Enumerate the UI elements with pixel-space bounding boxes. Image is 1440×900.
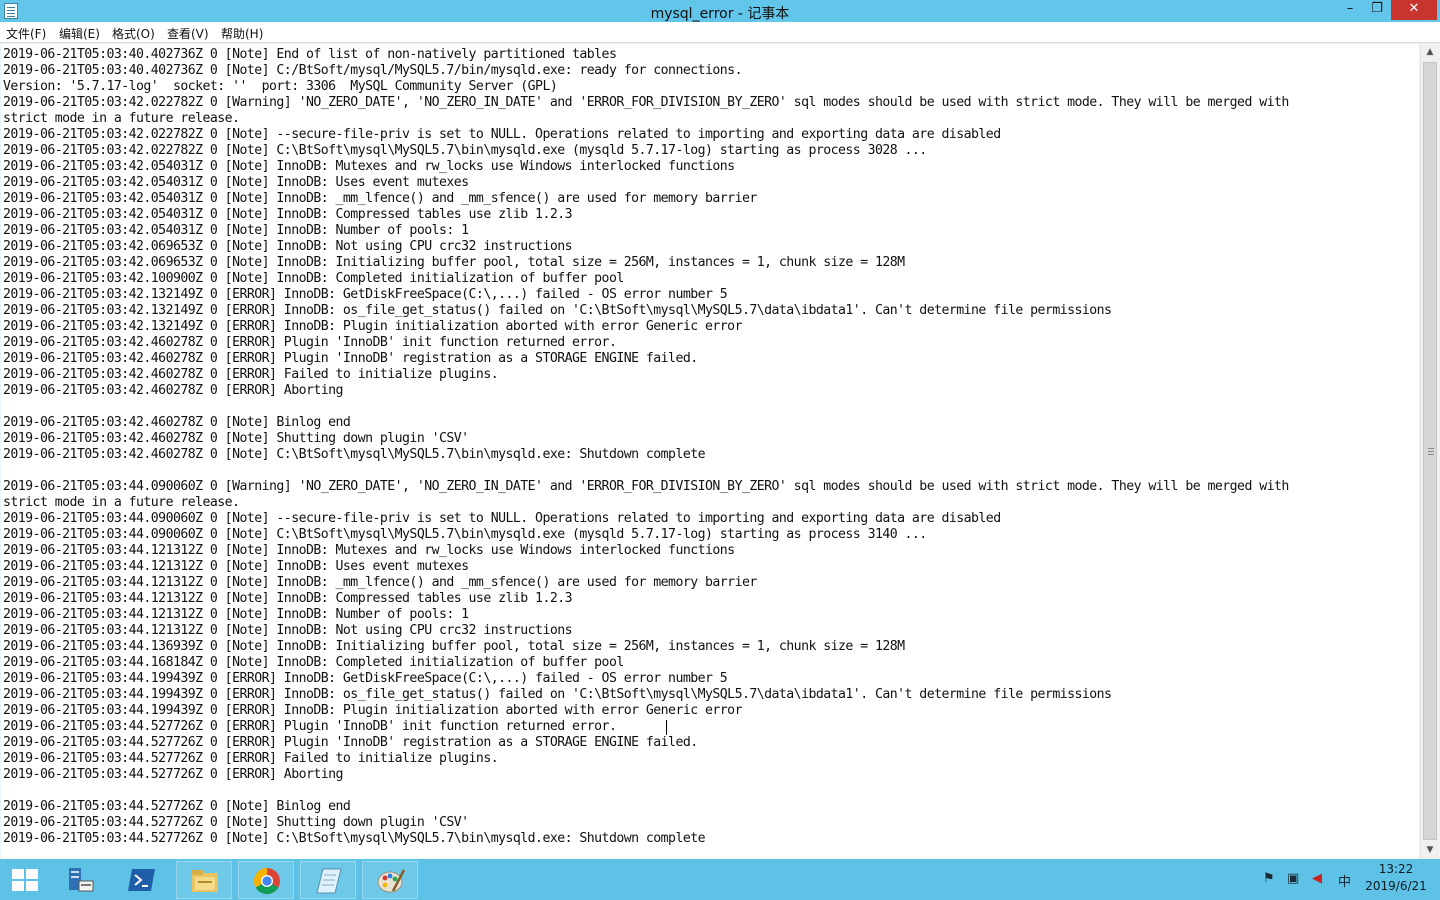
- text-line: strict mode in a future release.: [3, 111, 240, 126]
- text-line: 2019-06-21T05:03:42.132149Z 0 [ERROR] In…: [3, 319, 743, 334]
- text-line: 2019-06-21T05:03:44.168184Z 0 [Note] Inn…: [3, 655, 624, 670]
- text-line: 2019-06-21T05:03:42.460278Z 0 [Note] C:\…: [3, 447, 706, 462]
- text-line: 2019-06-21T05:03:42.022782Z 0 [Note] C:\…: [3, 143, 927, 158]
- text-line: 2019-06-21T05:03:44.090060Z 0 [Warning] …: [3, 479, 1289, 494]
- text-line: 2019-06-21T05:03:42.460278Z 0 [ERROR] Fa…: [3, 367, 499, 382]
- text-line: 2019-06-21T05:03:42.132149Z 0 [ERROR] In…: [3, 303, 1112, 318]
- network-icon[interactable]: ▣: [1287, 871, 1299, 886]
- powershell-icon: [128, 869, 155, 891]
- scroll-thumb[interactable]: [1423, 62, 1437, 840]
- text-line: 2019-06-21T05:03:40.402736Z 0 [Note] C:/…: [3, 63, 743, 78]
- text-line: 2019-06-21T05:03:44.527726Z 0 [ERROR] Fa…: [3, 751, 499, 766]
- clock-date: 2019/6/21: [1365, 879, 1427, 893]
- text-line: 2019-06-21T05:03:42.460278Z 0 [ERROR] Pl…: [3, 335, 617, 350]
- text-line: 2019-06-21T05:03:40.402736Z 0 [Note] End…: [3, 47, 617, 62]
- text-line: 2019-06-21T05:03:42.054031Z 0 [Note] Inn…: [3, 223, 469, 238]
- text-line: 2019-06-21T05:03:44.199439Z 0 [ERROR] In…: [3, 687, 1112, 702]
- scroll-up-button[interactable]: ▲: [1421, 44, 1439, 61]
- ime-indicator[interactable]: 中: [1338, 871, 1351, 890]
- text-line: 2019-06-21T05:03:44.527726Z 0 [Note] C:\…: [3, 831, 706, 846]
- text-line: 2019-06-21T05:03:44.527726Z 0 [ERROR] Ab…: [3, 767, 343, 782]
- menu-view[interactable]: 查看(V): [167, 25, 209, 42]
- file-explorer-icon: [192, 870, 218, 892]
- text-line: 2019-06-21T05:03:42.054031Z 0 [Note] Inn…: [3, 175, 469, 190]
- taskbar-file-explorer[interactable]: [176, 861, 232, 899]
- text-line: 2019-06-21T05:03:42.069653Z 0 [Note] Inn…: [3, 239, 573, 254]
- vertical-scrollbar[interactable]: ▲ ▼: [1420, 44, 1439, 859]
- text-line: 2019-06-21T05:03:42.069653Z 0 [Note] Inn…: [3, 255, 905, 270]
- notepad-window: mysql_error - 记事本 – ❐ ✕ 文件(F) 编辑(E) 格式(O…: [0, 0, 1440, 859]
- text-line: 2019-06-21T05:03:42.022782Z 0 [Note] --s…: [3, 127, 1001, 142]
- paint-icon: [377, 869, 406, 893]
- text-caret: [666, 720, 667, 735]
- text-line: 2019-06-21T05:03:44.527726Z 0 [ERROR] Pl…: [3, 719, 617, 734]
- windows-logo-icon: [12, 869, 40, 893]
- taskbar: ⚑ ▣ ◀ 中 13:22 2019/6/21: [0, 859, 1440, 900]
- chrome-icon: [253, 867, 280, 895]
- text-line: 2019-06-21T05:03:44.090060Z 0 [Note] --s…: [3, 511, 1001, 526]
- text-line: 2019-06-21T05:03:42.460278Z 0 [Note] Shu…: [3, 431, 469, 446]
- volume-muted-icon[interactable]: ◀: [1312, 871, 1322, 886]
- clock-time: 13:22: [1378, 862, 1414, 876]
- start-button[interactable]: [0, 861, 56, 899]
- text-line: 2019-06-21T05:03:44.121312Z 0 [Note] Inn…: [3, 543, 735, 558]
- notepad-icon: [316, 868, 342, 894]
- taskbar-paint[interactable]: [362, 861, 418, 899]
- text-line: 2019-06-21T05:03:44.121312Z 0 [Note] Inn…: [3, 623, 573, 638]
- text-line: 2019-06-21T05:03:42.054031Z 0 [Note] Inn…: [3, 191, 757, 206]
- text-editor[interactable]: 2019-06-21T05:03:40.402736Z 0 [Note] End…: [1, 44, 1419, 859]
- menu-file[interactable]: 文件(F): [6, 25, 46, 42]
- text-line: 2019-06-21T05:03:44.136939Z 0 [Note] Inn…: [3, 639, 905, 654]
- taskbar-powershell[interactable]: [114, 861, 170, 899]
- text-line: 2019-06-21T05:03:44.527726Z 0 [Note] Bin…: [3, 799, 351, 814]
- menu-format[interactable]: 格式(O): [112, 25, 155, 42]
- text-line: 2019-06-21T05:03:42.460278Z 0 [ERROR] Pl…: [3, 351, 698, 366]
- title-bar[interactable]: mysql_error - 记事本 – ❐ ✕: [0, 0, 1440, 22]
- taskbar-notepad[interactable]: [300, 861, 356, 899]
- menu-edit[interactable]: 编辑(E): [59, 25, 100, 42]
- grip-icon: [1428, 448, 1434, 449]
- text-line: 2019-06-21T05:03:44.090060Z 0 [Note] C:\…: [3, 527, 927, 542]
- server-manager-icon: [69, 868, 94, 892]
- scroll-down-button[interactable]: ▼: [1421, 842, 1439, 859]
- text-line: strict mode in a future release.: [3, 495, 240, 510]
- text-line: 2019-06-21T05:03:42.132149Z 0 [ERROR] In…: [3, 287, 728, 302]
- text-line: 2019-06-21T05:03:42.460278Z 0 [Note] Bin…: [3, 415, 351, 430]
- text-line: 2019-06-21T05:03:42.460278Z 0 [ERROR] Ab…: [3, 383, 343, 398]
- menu-bar: 文件(F) 编辑(E) 格式(O) 查看(V) 帮助(H): [0, 22, 1440, 43]
- text-line: 2019-06-21T05:03:44.121312Z 0 [Note] Inn…: [3, 591, 573, 606]
- maximize-button[interactable]: ❐: [1364, 0, 1390, 20]
- taskbar-server-manager[interactable]: [52, 861, 108, 899]
- action-center-flag-icon[interactable]: ⚑: [1263, 871, 1275, 886]
- text-line: 2019-06-21T05:03:44.121312Z 0 [Note] Inn…: [3, 575, 757, 590]
- clock[interactable]: 13:22 2019/6/21: [1360, 861, 1432, 895]
- menu-help[interactable]: 帮助(H): [221, 25, 263, 42]
- text-line: 2019-06-21T05:03:42.022782Z 0 [Warning] …: [3, 95, 1289, 110]
- text-line: 2019-06-21T05:03:44.199439Z 0 [ERROR] In…: [3, 703, 743, 718]
- text-line: Version: '5.7.17-log' socket: '' port: 3…: [3, 79, 558, 94]
- text-line: 2019-06-21T05:03:42.100900Z 0 [Note] Inn…: [3, 271, 624, 286]
- text-line: 2019-06-21T05:03:44.121312Z 0 [Note] Inn…: [3, 607, 469, 622]
- text-line: 2019-06-21T05:03:44.527726Z 0 [Note] Shu…: [3, 815, 469, 830]
- close-button[interactable]: ✕: [1391, 0, 1437, 20]
- text-line: 2019-06-21T05:03:44.527726Z 0 [ERROR] Pl…: [3, 735, 698, 750]
- text-line: 2019-06-21T05:03:44.121312Z 0 [Note] Inn…: [3, 559, 469, 574]
- window-title: mysql_error - 记事本: [650, 6, 790, 22]
- text-line: 2019-06-21T05:03:42.054031Z 0 [Note] Inn…: [3, 207, 573, 222]
- text-line: 2019-06-21T05:03:42.054031Z 0 [Note] Inn…: [3, 159, 735, 174]
- taskbar-chrome[interactable]: [238, 861, 294, 899]
- text-line: 2019-06-21T05:03:44.199439Z 0 [ERROR] In…: [3, 671, 728, 686]
- minimize-button[interactable]: –: [1337, 0, 1363, 20]
